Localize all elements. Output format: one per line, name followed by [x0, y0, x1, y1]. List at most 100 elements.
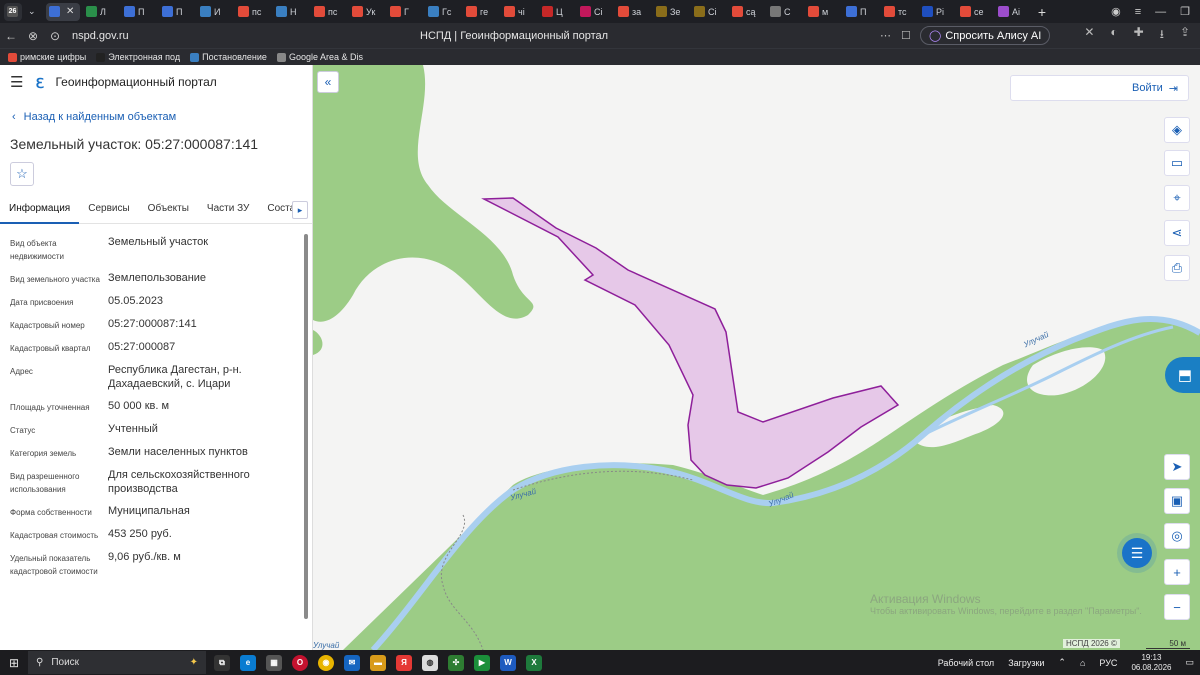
new-tab-button[interactable]: + — [1033, 4, 1051, 20]
edge-icon[interactable]: e — [240, 654, 256, 671]
desktop-label[interactable]: Рабочий стол — [938, 658, 995, 668]
zoom-in-button[interactable]: + — [1164, 559, 1190, 585]
tray-chevron-icon[interactable]: ⌃ — [1058, 657, 1066, 668]
panel-tab[interactable]: Объекты — [139, 198, 198, 224]
basemap-button[interactable]: ▣ — [1164, 488, 1190, 514]
favorite-button[interactable]: ☆ — [10, 162, 34, 186]
browser-tab[interactable]: Ук — [349, 3, 384, 21]
windows-start-icon[interactable]: ⊞ — [0, 656, 28, 670]
browser-tab[interactable]: П — [159, 3, 194, 21]
bookmark-item[interactable]: Постановление — [190, 52, 267, 62]
measure-button[interactable]: ▭ — [1164, 150, 1190, 176]
play-icon[interactable]: ▶ — [474, 654, 490, 671]
map-view[interactable]: « Войти ⇥ ◈ ▭ ⌖ ⋖ ⎙ ⬒ ➤ ▣ ◎ + − ☰ Улучай… — [313, 65, 1200, 650]
browser-tab[interactable]: Сі — [577, 3, 612, 21]
translate-icon[interactable]: ✕ — [1084, 25, 1094, 46]
browser-tab[interactable]: И — [197, 3, 232, 21]
browser-tab[interactable]: се — [957, 3, 992, 21]
chat-button[interactable]: ☰ — [1122, 538, 1152, 568]
profile-icon[interactable]: ◉ — [1111, 5, 1121, 18]
bookmark-item[interactable]: римские цифры — [8, 52, 86, 62]
tab-label: Зе — [670, 6, 681, 17]
browser-tab[interactable]: Рі — [919, 3, 954, 21]
browser-tab[interactable]: П — [121, 3, 156, 21]
task-view-icon[interactable]: ⧉ — [214, 654, 230, 671]
url-field[interactable]: nspd.gov.ru — [72, 30, 372, 42]
browser-tab[interactable]: С — [767, 3, 802, 21]
tab-close-icon[interactable]: ✕ — [66, 6, 74, 17]
language-indicator[interactable]: РУС — [1099, 658, 1117, 668]
tab-list-button[interactable]: ⌄ — [25, 3, 43, 21]
browser-tab[interactable]: Сі — [691, 3, 726, 21]
browser-tab[interactable]: чі — [501, 3, 536, 21]
browser-tab[interactable]: Ц — [539, 3, 574, 21]
scrollbar-thumb[interactable] — [304, 234, 308, 619]
location-button[interactable]: ◎ — [1164, 523, 1190, 549]
browser-tab[interactable]: Аі — [995, 3, 1030, 21]
hamburger-menu-icon[interactable]: ≡ — [1135, 6, 1141, 18]
yandex-icon[interactable]: Я — [396, 654, 412, 671]
browser-tab[interactable]: ✕ — [46, 2, 80, 21]
app-icon[interactable]: ✣ — [448, 654, 464, 671]
protect-icon[interactable]: ⊗ — [22, 29, 44, 43]
browser-tab[interactable]: Н — [273, 3, 308, 21]
chrome-icon[interactable]: ◉ — [318, 654, 334, 671]
bookmark-item[interactable]: Google Area & Dis — [276, 52, 363, 62]
clock[interactable]: 19:13 06.08.2026 — [1131, 653, 1171, 673]
layers-button[interactable]: ◈ — [1164, 117, 1190, 143]
browser-tab[interactable]: ге — [463, 3, 498, 21]
browser-tab[interactable]: Г — [387, 3, 422, 21]
share-icon[interactable]: ⇪ — [1180, 25, 1190, 46]
browser-tab[interactable]: Гс — [425, 3, 460, 21]
bookmark-icon[interactable]: ☐ — [901, 29, 911, 42]
restore-icon[interactable]: ❐ — [1180, 5, 1190, 18]
browser-tab[interactable]: Зе — [653, 3, 688, 21]
excel-icon[interactable]: X — [526, 654, 542, 671]
side-widget-button[interactable]: ⬒ — [1165, 357, 1200, 393]
lock-icon[interactable]: ⊙ — [44, 29, 66, 43]
browser-tab[interactable]: пс — [235, 3, 270, 21]
print-button[interactable]: ⎙ — [1164, 255, 1190, 281]
network-icon[interactable]: ⌂ — [1080, 658, 1085, 668]
downloads-label[interactable]: Загрузки — [1008, 658, 1044, 668]
opera-icon[interactable]: O — [292, 654, 308, 671]
login-button[interactable]: Войти ⇥ — [1010, 75, 1189, 101]
browser-tab[interactable]: сą — [729, 3, 764, 21]
zoom-out-button[interactable]: − — [1164, 594, 1190, 620]
geolocation-button[interactable]: ➤ — [1164, 454, 1190, 480]
map-canvas[interactable] — [313, 65, 1200, 650]
bookmark-item[interactable]: Электронная под — [96, 52, 180, 62]
browser-tab[interactable]: тс — [881, 3, 916, 21]
notifications-icon[interactable]: ▭ — [1185, 657, 1194, 668]
file-explorer-icon[interactable]: ▬ — [370, 654, 386, 671]
browser-tab[interactable]: м — [805, 3, 840, 21]
browser-tab[interactable]: за — [615, 3, 650, 21]
share-button[interactable]: ⋖ — [1164, 220, 1190, 246]
back-to-results-link[interactable]: ‹ Назад к найденным объектам — [12, 111, 176, 123]
panel-tab[interactable]: Информация — [0, 198, 80, 224]
panel-tab[interactable]: Части ЗУ — [198, 198, 258, 224]
store-icon[interactable]: ▦ — [266, 654, 282, 671]
select-area-button[interactable]: ⌖ — [1164, 185, 1190, 211]
more-icon[interactable]: ⋯ — [880, 29, 891, 42]
minimize-icon[interactable]: — — [1155, 6, 1166, 18]
vpn-icon[interactable]: ◐ — [1110, 25, 1117, 46]
taskbar-search[interactable]: ⚲ Поиск ✦ — [28, 651, 206, 674]
tabs-scroll-right-button[interactable]: ▸ — [292, 201, 308, 219]
back-arrow-icon[interactable]: ← — [0, 29, 22, 43]
yandex-browser-icon[interactable]: ◍ — [422, 654, 438, 671]
browser-menu-tab[interactable]: 26 — [4, 2, 22, 21]
panel-scrollbar[interactable] — [304, 230, 310, 650]
menu-icon[interactable]: ☰ — [10, 73, 23, 91]
extensions-icon[interactable]: ✚ — [1134, 25, 1144, 46]
browser-tab[interactable]: пс — [311, 3, 346, 21]
collapse-panel-button[interactable]: « — [317, 71, 339, 93]
downloads-icon[interactable]: ⭳ — [1160, 25, 1164, 46]
ask-alice-button[interactable]: ◯ Спросить Алису AI — [920, 26, 1051, 45]
tab-favicon-icon — [504, 6, 515, 17]
word-icon[interactable]: W — [500, 654, 516, 671]
mail-icon[interactable]: ✉ — [344, 654, 360, 671]
browser-tab[interactable]: Л — [83, 3, 118, 21]
panel-tab[interactable]: Сервисы — [79, 198, 138, 224]
browser-tab[interactable]: П — [843, 3, 878, 21]
